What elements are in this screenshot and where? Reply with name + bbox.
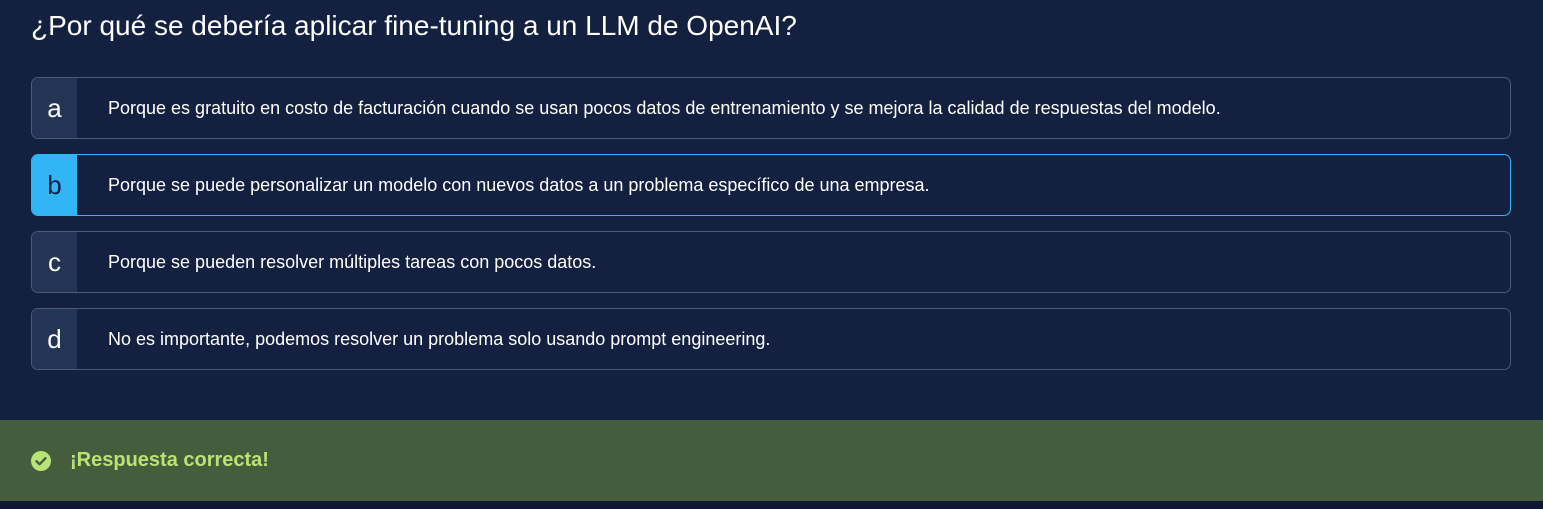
option-text: Porque se puede personalizar un modelo c… — [108, 174, 930, 195]
option-letter: a — [32, 78, 77, 138]
question-title: ¿Por qué se debería aplicar fine-tuning … — [31, 10, 797, 41]
quiz-page: ¿Por qué se debería aplicar fine-tuning … — [0, 0, 1543, 509]
option-text: Porque se pueden resolver múltiples tare… — [108, 251, 597, 272]
option-letter: d — [32, 309, 77, 369]
answer-options: a Porque es gratuito en costo de factura… — [31, 77, 1511, 385]
option-b[interactable]: b Porque se puede personalizar un modelo… — [31, 154, 1511, 216]
bottom-divider — [0, 501, 1543, 509]
option-a[interactable]: a Porque es gratuito en costo de factura… — [31, 77, 1511, 139]
option-c[interactable]: c Porque se pueden resolver múltiples ta… — [31, 231, 1511, 293]
option-letter: c — [32, 232, 77, 292]
option-d[interactable]: d No es importante, podemos resolver un … — [31, 308, 1511, 370]
feedback-label: ¡Respuesta correcta! — [70, 449, 269, 471]
option-text: Porque es gratuito en costo de facturaci… — [108, 97, 1221, 118]
check-circle-icon — [31, 450, 51, 471]
feedback-banner: ¡Respuesta correcta! — [0, 420, 1543, 501]
option-text: No es importante, podemos resolver un pr… — [108, 328, 771, 349]
option-letter: b — [32, 155, 77, 215]
